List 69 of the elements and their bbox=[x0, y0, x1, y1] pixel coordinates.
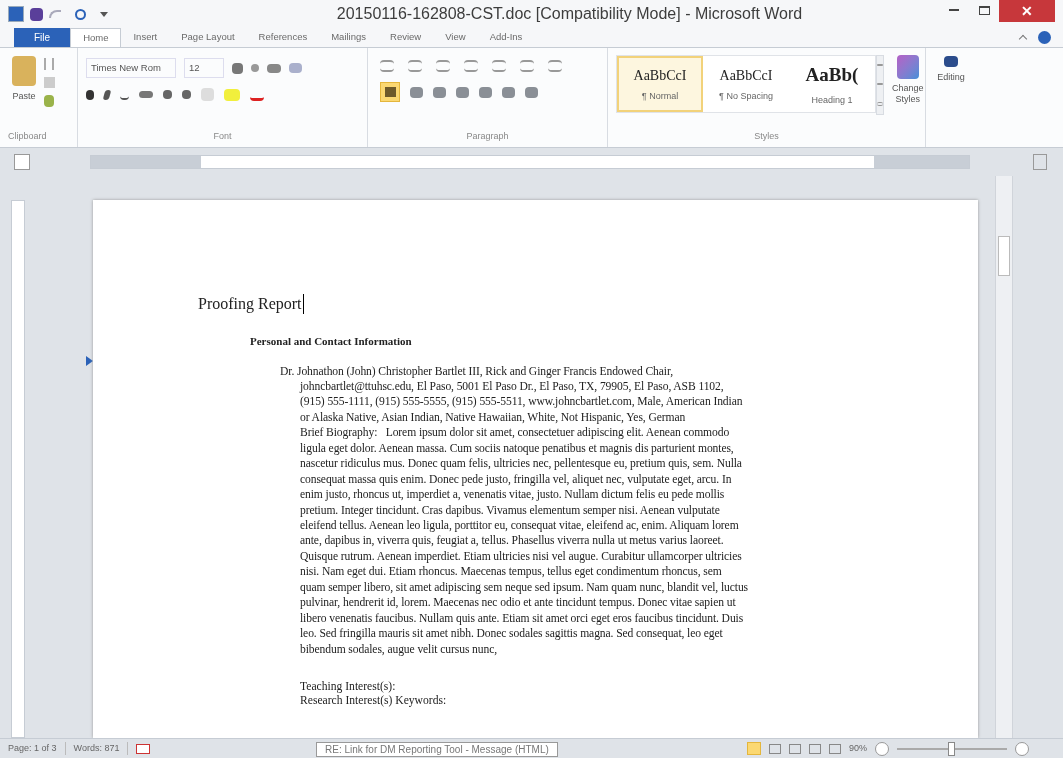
text-line: enim justo, rhoncus ut, imperdiet a, venenatis vitae, justo. Nullam dictum felis eu pede mollis bbox=[300, 487, 725, 503]
ribbon-tab[interactable]: Add-Ins bbox=[477, 28, 535, 47]
text-line: quam semper libero, sit amet adipiscing sem neque sed ipsum. Nam quam nunc, blandit vel, luctus bbox=[300, 579, 749, 596]
zoom-in-button[interactable] bbox=[1015, 741, 1029, 756]
text-line: Quisque rutrum. Aenean imperdiet. Etiam ultricies nisi vel augue. Curabitur ullamcorper ultricies bbox=[300, 548, 742, 565]
close-button[interactable]: ✕ bbox=[999, 0, 1055, 22]
window-title: 20150116-162808-CST.doc [Compatibility Mode] - Microsoft Word bbox=[335, 4, 804, 24]
view-ruler-icon[interactable] bbox=[1033, 154, 1047, 170]
text-line: or Alaska Native, Asian Indian, Native Hawaiian, White, Not Hispanic, Yes, German bbox=[300, 409, 686, 426]
document-title: Proofing Report bbox=[198, 294, 304, 314]
page-count[interactable]: Page: 1 of 3 bbox=[0, 741, 66, 756]
style-option[interactable]: AaBbCcI ¶ No Spacing bbox=[703, 56, 789, 112]
text-line: ligula eget dolor. Aenean massa. Cum sociis natoque penatibus et magnis dis parturient montes, bbox=[300, 440, 734, 457]
text-line: pulvinar, hendrerit id, lorem. Maecenas nec odio et ante tincidunt tempus. Donec vitae sapien ut bbox=[300, 595, 736, 611]
text-line: consequat massa quis enim. Donec pede justo, fringilla vel, aliquet nec, vulputate eget, arcu. In bbox=[300, 471, 732, 488]
tab-selector-icon[interactable] bbox=[14, 154, 30, 170]
web-layout-icon[interactable] bbox=[789, 743, 801, 754]
section-heading: Personal and Contact Information bbox=[250, 334, 413, 349]
ribbon-tab[interactable]: References bbox=[246, 28, 320, 47]
group-label: Paragraph bbox=[465, 129, 510, 143]
group-label: Font bbox=[212, 129, 233, 143]
vertical-scrollbar[interactable] bbox=[995, 176, 1013, 738]
text-line: pretium. Integer tincidunt. Cras dapibus. Vivamus elementum semper nisi. Aenean vulputate bbox=[300, 502, 720, 519]
ribbon-tab[interactable]: Mailings bbox=[319, 28, 379, 47]
style-option[interactable]: AaBbCcI ¶ Normal bbox=[617, 56, 703, 112]
draft-icon[interactable] bbox=[829, 743, 841, 754]
ribbon-tab[interactable]: View bbox=[433, 28, 478, 47]
text-line: ante, dapibus in, viverra quis, feugiat a, tellus. Phasellus viverra nulla ut metus varius laoreet. bbox=[300, 533, 724, 549]
outline-icon[interactable] bbox=[809, 743, 821, 754]
text-line: libero venenatis faucibus. Nullam quis ante. Etiam sit amet orci eget eros faucibus tincidunt. Duis bbox=[300, 610, 744, 627]
zoom-slider[interactable] bbox=[897, 741, 1007, 756]
text-line: (915) 555-1111, (915) 555-5555, (915) 555-5511, www.johncbartlet.com, Male, American Indian bbox=[300, 394, 743, 410]
font-name-field[interactable]: Times New Rom bbox=[86, 58, 176, 78]
ribbon-tab[interactable]: Home bbox=[70, 28, 122, 47]
text-line: leo. Sed fringilla mauris sit amet nibh. Donec sodales sagittis magna. Sed consequat, leo eget bbox=[300, 626, 723, 642]
full-screen-icon[interactable] bbox=[769, 743, 781, 754]
help-icon[interactable] bbox=[1038, 31, 1051, 44]
word-count[interactable]: Words: 871 bbox=[65, 741, 129, 756]
vertical-ruler[interactable] bbox=[11, 200, 25, 738]
ribbon-tab[interactable]: Insert bbox=[121, 28, 170, 47]
paste-button[interactable]: Paste bbox=[12, 90, 36, 104]
text-line: nisi. Nam eget dui. Etiam rhoncus. Maecenas tempus, tellus eget condimentum rhoncus, sem bbox=[300, 564, 722, 580]
horizontal-ruler[interactable] bbox=[90, 155, 970, 169]
text-line: Brief Biography: Lorem ipsum dolor sit amet, consectetuer adipiscing elit. Aenean commodo bbox=[300, 425, 730, 441]
zoom-out-button[interactable] bbox=[875, 741, 889, 756]
font-size-field[interactable]: 12 bbox=[184, 58, 224, 78]
change-styles-button[interactable]: Change Styles bbox=[892, 83, 924, 105]
text-line: Research Interest(s) Keywords: bbox=[300, 694, 447, 709]
taskbar-tooltip: RE: Link for DM Reporting Tool - Message (HTML) bbox=[316, 742, 558, 757]
print-layout-icon[interactable] bbox=[747, 742, 761, 755]
align-left-icon[interactable] bbox=[380, 82, 400, 102]
group-label: Styles bbox=[753, 129, 780, 143]
more-styles-icon[interactable] bbox=[877, 101, 883, 106]
proofing-icon[interactable] bbox=[136, 743, 151, 754]
ribbon-tab[interactable]: Page Layout bbox=[169, 28, 247, 47]
scroll-up-icon[interactable] bbox=[877, 64, 883, 67]
style-option[interactable]: AaBb( Heading 1 bbox=[789, 56, 875, 112]
file-tab[interactable]: File bbox=[14, 28, 71, 47]
zoom-level[interactable]: 90% bbox=[849, 741, 867, 756]
editing-button[interactable]: Editing bbox=[937, 71, 965, 85]
text-line: nascetur ridiculus mus. Donec quam felis, ultricies nec, pellentesque eu, pretium quis, sem. Nulla bbox=[300, 456, 742, 472]
group-label: Clipboard bbox=[7, 129, 48, 143]
ribbon-tab[interactable]: Review bbox=[378, 28, 434, 47]
text-line: Dr. Johnathon (John) Christopher Bartlet III, Rick and Ginger Francis Endowed Chair, bbox=[280, 363, 673, 379]
text-line: Teaching Interest(s): bbox=[300, 680, 396, 695]
text-line: eleifend tellus. Aenean leo ligula, porttitor eu, consequat vitae, eleifend ac, enim. Aliquam lorem bbox=[300, 518, 739, 534]
text-line: johncbartlet@ttuhsc.edu, El Paso, 5001 El Paso Dr., El Paso, TX, 79905, El Paso, ASB 1102, bbox=[300, 378, 724, 395]
text-line: bibendum sodales, augue velit cursus nunc, bbox=[300, 641, 498, 658]
customize-caret-icon[interactable] bbox=[100, 11, 108, 17]
